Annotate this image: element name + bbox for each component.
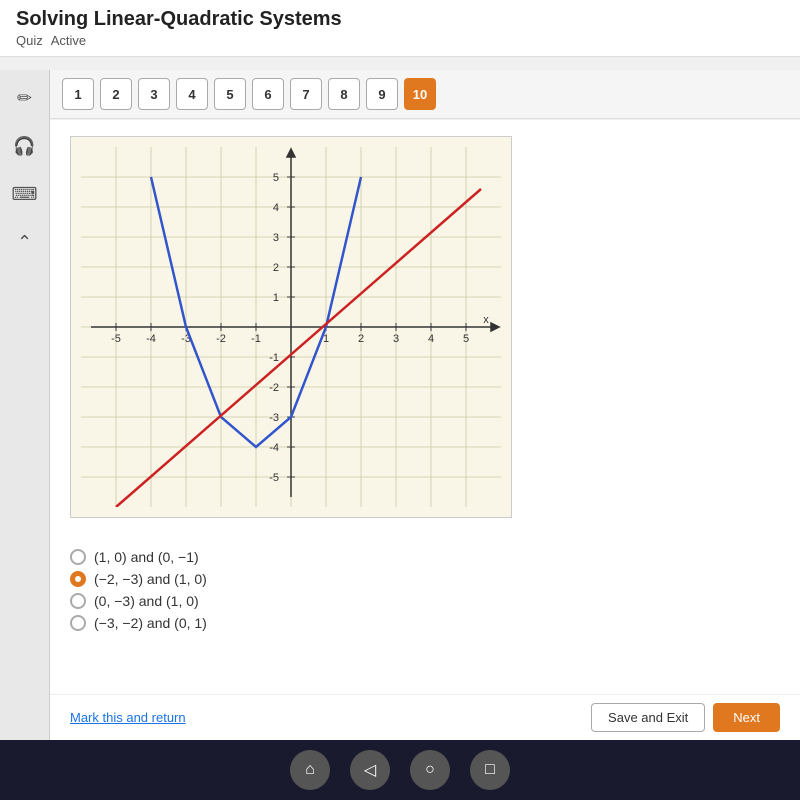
expand-icon[interactable]: ⌃: [7, 224, 43, 260]
choice-c-text: (0, −3) and (1, 0): [94, 593, 199, 609]
circle-sys-icon[interactable]: ○: [410, 750, 450, 790]
q-num-2[interactable]: 2: [100, 78, 132, 110]
left-sidebar: ✏ 🎧 ⌨ ⌃: [0, 70, 50, 800]
bottom-bar: Mark this and return Save and Exit Next: [50, 694, 800, 740]
q-num-8[interactable]: 8: [328, 78, 360, 110]
title-area: Solving Linear-Quadratic Systems Quiz Ac…: [16, 8, 784, 48]
q-num-5[interactable]: 5: [214, 78, 246, 110]
q-num-4[interactable]: 4: [176, 78, 208, 110]
system-bar: ⌂ ◁ ○ □: [0, 740, 800, 800]
page-title: Solving Linear-Quadratic Systems: [16, 8, 784, 31]
subtitle-row: Quiz Active: [16, 33, 784, 48]
q-num-1[interactable]: 1: [62, 78, 94, 110]
svg-text:5: 5: [463, 333, 469, 345]
choice-d[interactable]: (−3, −2) and (0, 1): [70, 615, 780, 631]
svg-text:4: 4: [428, 333, 434, 345]
svg-text:x: x: [483, 314, 489, 326]
next-button[interactable]: Next: [713, 703, 780, 732]
choice-d-text: (−3, −2) and (0, 1): [94, 615, 207, 631]
active-badge: Active: [51, 33, 86, 48]
svg-text:5: 5: [273, 172, 279, 184]
home-sys-icon[interactable]: ⌂: [290, 750, 330, 790]
mark-return-link[interactable]: Mark this and return: [70, 710, 186, 725]
svg-text:-5: -5: [111, 333, 121, 345]
radio-d[interactable]: [70, 615, 86, 631]
top-bar: Solving Linear-Quadratic Systems Quiz Ac…: [0, 0, 800, 57]
graph-container: -5 -4 -3 -2 -1 1 2 3 4 5 x 5 4 3 2 1: [70, 136, 512, 518]
svg-text:3: 3: [393, 333, 399, 345]
svg-text:-5: -5: [269, 472, 279, 484]
question-bar: 1 2 3 4 5 6 7 8 9 10: [50, 70, 800, 119]
radio-c[interactable]: [70, 593, 86, 609]
q-num-6[interactable]: 6: [252, 78, 284, 110]
svg-text:-4: -4: [269, 442, 279, 454]
choice-b-text: (−2, −3) and (1, 0): [94, 571, 207, 587]
calculator-icon[interactable]: ⌨: [7, 176, 43, 212]
svg-text:1: 1: [273, 292, 279, 304]
q-num-7[interactable]: 7: [290, 78, 322, 110]
answer-choices: (1, 0) and (0, −1) (−2, −3) and (1, 0) (…: [70, 549, 780, 631]
choice-a[interactable]: (1, 0) and (0, −1): [70, 549, 780, 565]
svg-text:-1: -1: [269, 352, 279, 364]
choice-b[interactable]: (−2, −3) and (1, 0): [70, 571, 780, 587]
save-exit-button[interactable]: Save and Exit: [591, 703, 705, 732]
radio-a[interactable]: [70, 549, 86, 565]
svg-text:-3: -3: [269, 412, 279, 424]
svg-text:-1: -1: [251, 333, 261, 345]
choice-c[interactable]: (0, −3) and (1, 0): [70, 593, 780, 609]
radio-b[interactable]: [70, 571, 86, 587]
back-sys-icon[interactable]: ◁: [350, 750, 390, 790]
svg-text:-4: -4: [146, 333, 156, 345]
headphone-icon[interactable]: 🎧: [7, 128, 43, 164]
svg-text:-2: -2: [216, 333, 226, 345]
svg-text:3: 3: [273, 232, 279, 244]
quiz-label: Quiz: [16, 33, 43, 48]
svg-text:2: 2: [358, 333, 364, 345]
svg-text:4: 4: [273, 202, 279, 214]
svg-text:-2: -2: [269, 382, 279, 394]
coordinate-graph: -5 -4 -3 -2 -1 1 2 3 4 5 x 5 4 3 2 1: [81, 147, 501, 507]
choice-a-text: (1, 0) and (0, −1): [94, 549, 199, 565]
pencil-icon[interactable]: ✏: [7, 80, 43, 116]
svg-text:2: 2: [273, 262, 279, 274]
q-num-9[interactable]: 9: [366, 78, 398, 110]
q-num-10[interactable]: 10: [404, 78, 436, 110]
square-sys-icon[interactable]: □: [470, 750, 510, 790]
q-num-3[interactable]: 3: [138, 78, 170, 110]
